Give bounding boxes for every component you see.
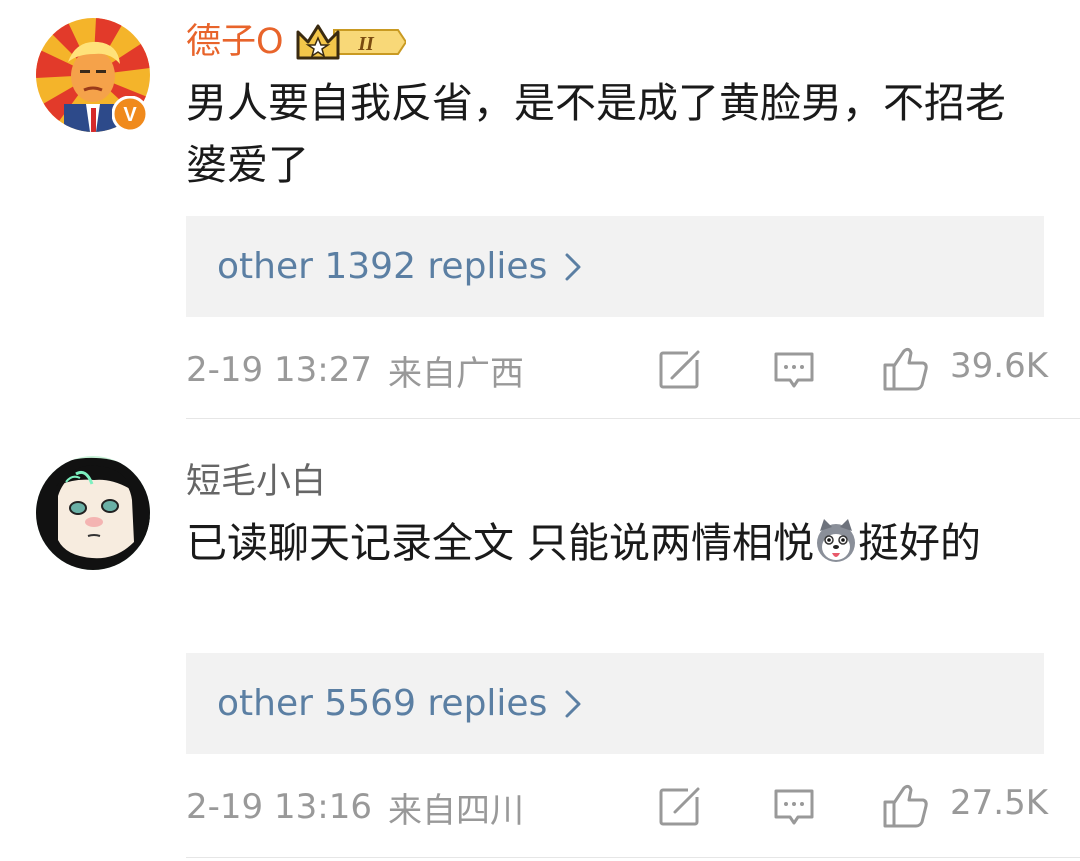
share-icon[interactable] (658, 348, 702, 392)
chevron-right-icon (565, 253, 581, 280)
comment-text: 已读聊天记录全文 只能说两情相悦 挺好的 (186, 512, 1046, 574)
comment-text: 男人要自我反省，是不是成了黄脸男，不招老婆爱了 (186, 79, 1006, 189)
reply-icon[interactable] (772, 785, 816, 829)
share-icon[interactable] (658, 785, 702, 829)
timestamp: 2-19 13:16 (186, 787, 372, 827)
divider (186, 418, 1080, 419)
view-replies-button[interactable]: other 5569 replies (186, 653, 1044, 754)
username[interactable]: 短毛小白 (186, 458, 326, 506)
avatar-image (36, 456, 150, 570)
avatar[interactable] (36, 456, 150, 570)
verified-badge-icon: V (112, 96, 148, 132)
like-icon[interactable] (882, 782, 930, 830)
reply-icon[interactable] (772, 348, 816, 392)
username-row: 短毛小白 (186, 458, 326, 506)
location: 来自四川 (387, 790, 524, 831)
location: 来自广西 (387, 353, 524, 394)
svg-text:II: II (357, 33, 375, 55)
like-count[interactable]: 27.5K (950, 783, 1048, 823)
comment-item: V 德子O II 男人要自我反省，是不是成了黄脸男，不招老婆爱了 other 1… (0, 0, 1080, 420)
view-replies-button[interactable]: other 1392 replies (186, 216, 1044, 317)
timestamp: 2-19 13:27 (186, 350, 372, 390)
like-count[interactable]: 39.6K (950, 346, 1048, 386)
divider (186, 857, 1080, 858)
svg-text:V: V (123, 104, 137, 126)
husky-emoji-icon (817, 519, 856, 562)
avatar[interactable]: V (36, 18, 150, 132)
replies-label: other 5569 replies (217, 683, 548, 724)
username[interactable]: 德子O (186, 18, 284, 66)
username-row: 德子O II (186, 18, 406, 66)
comment-meta: 2-19 13:16 来自四川 27.5K (186, 779, 1048, 835)
comment-meta: 2-19 13:27 来自广西 39.6K (186, 342, 1048, 398)
vip-crown-badge-icon: II (296, 24, 406, 60)
chevron-right-icon (565, 690, 581, 717)
like-icon[interactable] (882, 345, 930, 393)
replies-label: other 1392 replies (217, 246, 548, 287)
comment-item: 短毛小白 已读聊天记录全文 只能说两情相悦 挺好的 other 5569 rep… (0, 420, 1080, 861)
comment-text-part: 已读聊天记录全文 只能说两情相悦 (186, 519, 815, 567)
comment-text-part: 挺好的 (858, 519, 982, 567)
